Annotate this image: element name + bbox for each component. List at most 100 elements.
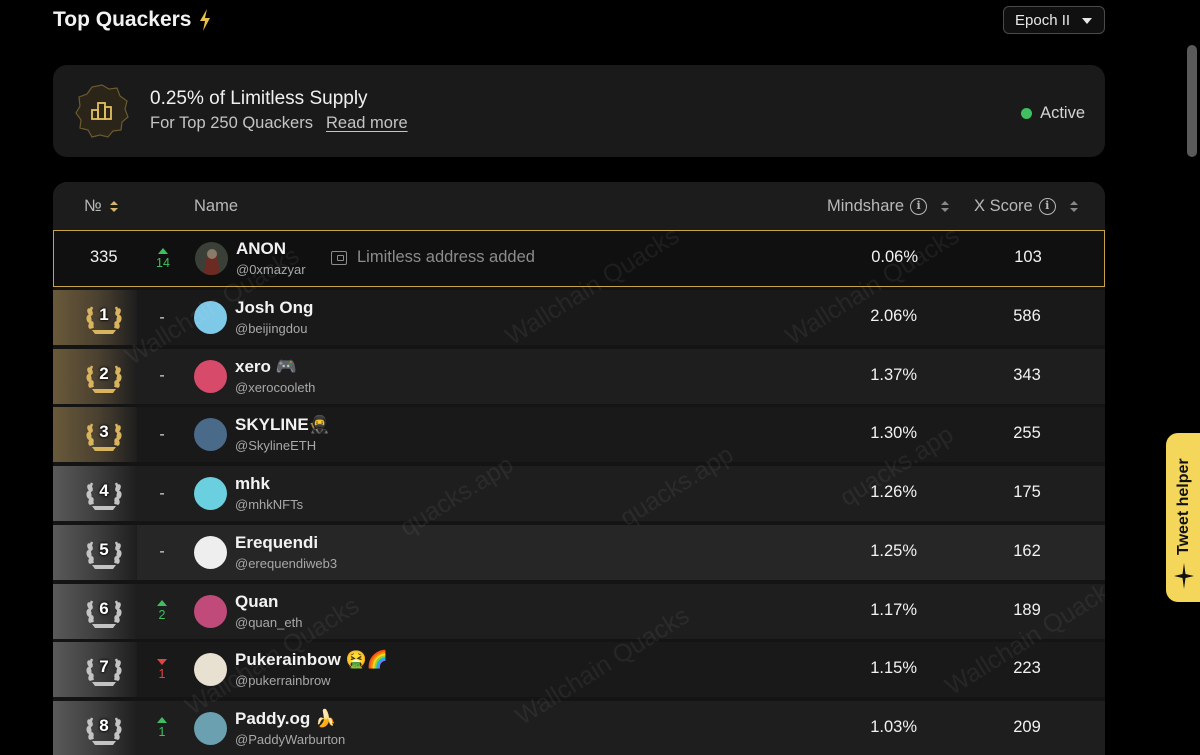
user-handle: @xerocooleth [235, 379, 316, 395]
name-column-header: Name [194, 197, 238, 216]
sparkle-icon [1174, 563, 1194, 589]
xscore-value: 223 [1013, 659, 1041, 678]
tweet-helper-tab[interactable]: Tweet helper [1166, 433, 1200, 602]
rank-number: 5 [99, 539, 109, 559]
rank-cell: 6 [53, 583, 137, 639]
epoch-label: Epoch II [1015, 11, 1071, 29]
user-handle: @beijingdou [235, 321, 308, 336]
mindshare-value: 1.25% [870, 541, 917, 560]
user-name: Pukerainbow 🤮🌈 [235, 650, 388, 670]
table-header: № Name Mindshare i X Score i [53, 182, 1105, 230]
mindshare-value: 1.03% [870, 717, 917, 736]
user-handle: @0xmazyar [236, 262, 306, 277]
avatar [194, 535, 227, 569]
status-dot-icon [1021, 108, 1033, 119]
rank-change: - [148, 349, 176, 404]
avatar [194, 477, 227, 511]
xscore-value: 189 [1013, 600, 1041, 619]
xscore-value: 162 [1013, 541, 1041, 560]
xscore-value: 175 [1013, 483, 1041, 502]
xscore-column-header[interactable]: X Score i [974, 197, 1078, 216]
user-name: Quan [235, 591, 279, 611]
page-title: Top Quackers [53, 8, 192, 31]
info-icon[interactable]: i [910, 198, 928, 215]
rank-change-value: - [159, 425, 165, 443]
user-name: Paddy.og 🍌 [235, 708, 337, 728]
xscore-value: 103 [1014, 248, 1042, 266]
scrollbar[interactable] [1187, 45, 1197, 157]
avatar [194, 301, 227, 334]
arrow-up-icon [157, 600, 167, 606]
xscore-value: 255 [1013, 424, 1041, 443]
user-name: xero 🎮 [235, 356, 297, 376]
rank-cell: 8 [53, 700, 137, 755]
user-name: SKYLINE🥷 [235, 415, 330, 435]
table-row[interactable]: 7 1 Pukerainbow 🤮🌈 @pukerrainbrow 1.15% … [53, 642, 1105, 698]
rank-change-value: 14 [156, 255, 170, 270]
page-header: Top Quackers Epoch II [53, 6, 1105, 36]
arrow-down-icon [157, 658, 167, 665]
table-row[interactable]: 6 2 Quan @quan_eth 1.17% 189 [53, 583, 1105, 639]
table-row[interactable]: 3 - SKYLINE🥷 @SkylineETH 1.30% 255 [53, 407, 1105, 463]
rank-column-label: № [84, 197, 102, 215]
table-row[interactable]: 2 - xero 🎮 @xerocooleth 1.37% 343 [53, 348, 1105, 404]
rank-change: 1 [148, 642, 176, 697]
xscore-value: 209 [1013, 717, 1041, 736]
rank-cell: 1 [53, 290, 137, 345]
rank-number: 8 [99, 715, 109, 735]
user-name: Josh Ong [235, 298, 314, 317]
rank-number: 335 [90, 248, 118, 266]
reward-subtitle: For Top 250 Quackers [150, 114, 313, 132]
rank-number: 3 [99, 422, 109, 442]
rank-number: 4 [99, 481, 109, 501]
mindshare-value: 1.30% [870, 424, 917, 443]
sort-icon [941, 200, 950, 213]
table-row[interactable]: 5 - Erequendi @erequendiweb3 1.25% 162 [53, 524, 1105, 580]
rank-change: - [148, 407, 176, 462]
avatar [195, 242, 228, 275]
arrow-up-icon [158, 247, 168, 254]
user-name: mhk [235, 474, 270, 494]
avatar [194, 711, 227, 745]
rank-change-value: - [159, 308, 165, 326]
rank-change-value: - [159, 367, 165, 385]
table-row[interactable]: 8 1 Paddy.og 🍌 @PaddyWarburton 1.03% 209 [53, 700, 1105, 755]
mindshare-value: 0.06% [871, 248, 918, 266]
sort-icon [1069, 200, 1078, 213]
user-handle: @quan_eth [235, 614, 303, 630]
rank-change: 2 [148, 584, 176, 639]
rank-cell: 4 [53, 466, 137, 522]
status-badge: Active [1021, 104, 1085, 123]
rank-change-value: - [159, 543, 165, 561]
address-note: Limitless address added [331, 248, 535, 267]
lightning-icon [200, 9, 210, 31]
user-handle: @SkylineETH [235, 438, 317, 454]
mindshare-column-header[interactable]: Mindshare i [827, 197, 950, 216]
rank-change-value: - [159, 484, 165, 502]
rank-number: 7 [99, 657, 109, 677]
tweet-helper-label: Tweet helper [1175, 458, 1192, 555]
rank-cell: 3 [53, 407, 137, 463]
leaderboard-badge-icon [75, 84, 129, 138]
epoch-select[interactable]: Epoch II [1003, 6, 1105, 34]
current-user-row[interactable]: 335 14 ANON @0xmazyar Limitless address … [53, 230, 1105, 287]
rank-change: - [148, 290, 176, 345]
rank-change: 1 [148, 701, 176, 755]
rank-number: 6 [99, 598, 109, 618]
rank-cell: 7 [53, 642, 137, 698]
rank-change-value: 2 [158, 608, 166, 622]
mindshare-value: 2.06% [870, 307, 917, 325]
leaderboard-table: № Name Mindshare i X Score i 335 14 ANON [53, 182, 1105, 755]
read-more-link[interactable]: Read more [326, 114, 408, 133]
reward-banner: 0.25% of Limitless Supply For Top 250 Qu… [53, 65, 1105, 157]
avatar [194, 594, 227, 628]
mindshare-column-label: Mindshare [827, 197, 905, 215]
mindshare-value: 1.37% [870, 365, 917, 384]
table-row[interactable]: 4 - mhk @mhkNFTs 1.26% 175 [53, 466, 1105, 522]
table-row[interactable]: 1 - Josh Ong @beijingdou 2.06% 586 [53, 290, 1105, 345]
rank-change: - [148, 466, 176, 521]
reward-title: 0.25% of Limitless Supply [150, 88, 368, 109]
info-icon[interactable]: i [1038, 198, 1056, 215]
mindshare-value: 1.26% [870, 483, 917, 502]
rank-column-header[interactable]: № [84, 197, 118, 216]
